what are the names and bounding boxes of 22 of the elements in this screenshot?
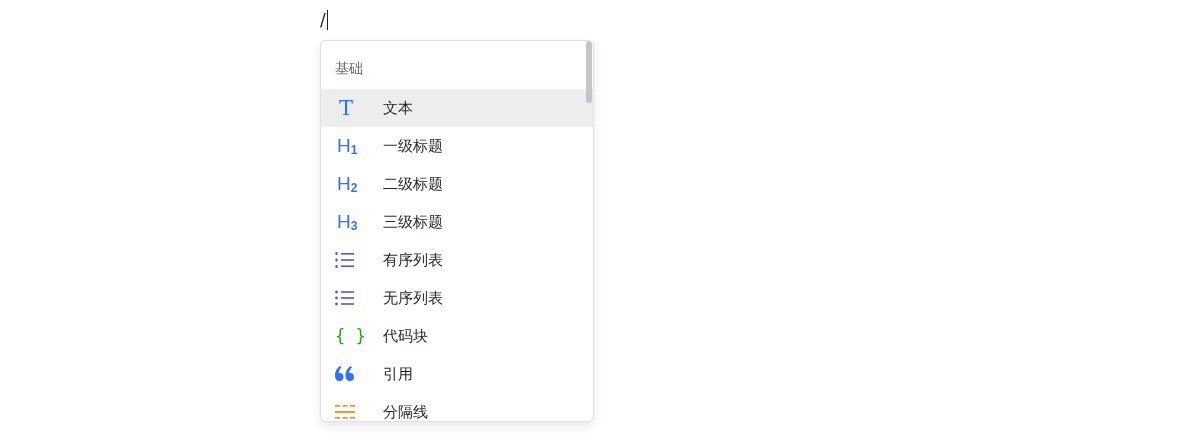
bullet-list-icon <box>335 290 355 306</box>
quote-icon <box>335 366 355 382</box>
heading-icon: H$_{2}$ <box>337 174 358 194</box>
menu-item[interactable]: H$_{2}$ 二级标题 <box>321 165 593 203</box>
menu-item[interactable]: T 文本 <box>321 89 593 127</box>
editor-text: / <box>320 10 326 30</box>
menu-item[interactable]: 有序列表 <box>321 241 593 279</box>
divider-icon <box>335 404 355 420</box>
menu-item[interactable]: 引用 <box>321 355 593 393</box>
heading-icon: H$_{3}$ <box>337 212 358 232</box>
menu-item[interactable]: 分隔线 <box>321 393 593 421</box>
text-caret <box>326 10 329 30</box>
menu-item[interactable]: H$_{1}$ 一级标题 <box>321 127 593 165</box>
braces-icon: { } <box>335 327 366 345</box>
menu-item[interactable]: { } 代码块 <box>321 317 593 355</box>
menu-item[interactable]: 无序列表 <box>321 279 593 317</box>
section-label: 基础 <box>335 60 363 76</box>
numbered-list-icon <box>335 251 355 269</box>
heading-icon: H$_{1}$ <box>337 136 358 156</box>
menu-item[interactable]: H$_{3}$ 三级标题 <box>321 203 593 241</box>
text-icon: T <box>339 97 353 119</box>
scrollbar-thumb[interactable] <box>586 41 592 103</box>
